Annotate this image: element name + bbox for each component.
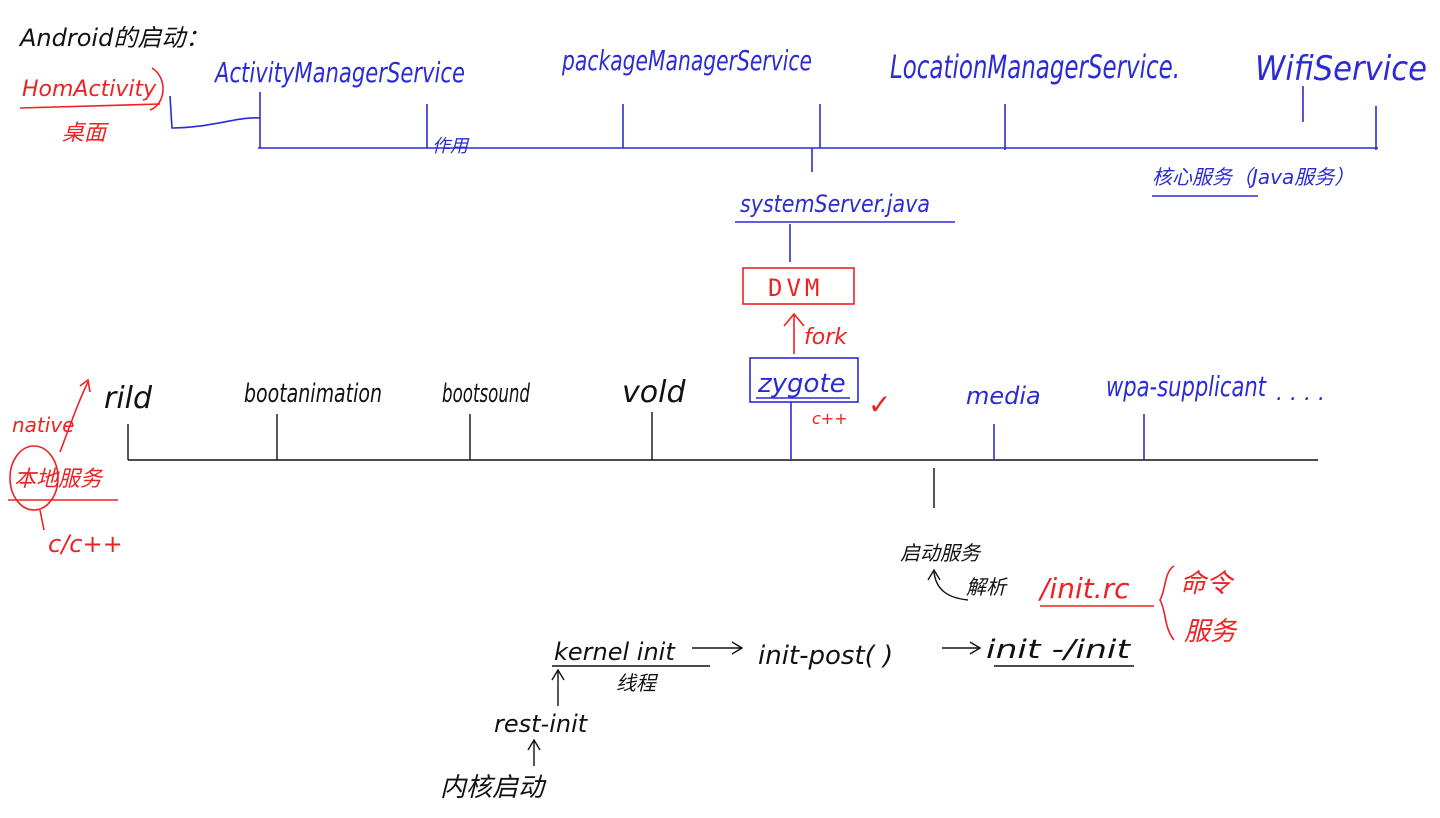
init-rc-label: /init.rc: [1037, 572, 1130, 605]
native-label: native: [12, 413, 74, 437]
native-service-label: wpa-supplicant: [1106, 370, 1267, 403]
java-service-label: WifiService: [1255, 49, 1427, 89]
native-service-label: bootanimation: [244, 379, 382, 409]
diagram-title: Android的启动：: [18, 24, 209, 52]
system-server-label: systemServer.java: [740, 190, 930, 218]
native-service-label: bootsound: [442, 379, 530, 409]
command-service-brace: [1159, 565, 1175, 641]
kernel-start-label: 内核启动: [440, 773, 547, 803]
java-service-label: LocationManagerService.: [890, 48, 1180, 86]
start-service-label: 启动服务: [900, 541, 982, 565]
home-activity-underline: [19, 103, 161, 109]
home-activity-label: HomActivity: [22, 77, 157, 102]
java-service-label: ActivityManagerService: [213, 56, 465, 89]
kernel-init-label: kernel init: [554, 638, 676, 666]
local-service-label: 本地服务: [14, 467, 104, 492]
init-label: init -/init: [986, 635, 1131, 665]
ellipsis: . . . .: [1276, 381, 1325, 406]
zygote-cpp-note: c++: [812, 409, 848, 428]
zygote-label: zygote: [757, 369, 846, 399]
rest-init-label: rest-init: [494, 710, 589, 738]
core-services-note: 核心服务（Java服务）: [1152, 165, 1354, 189]
diagram-canvas: Android的启动： HomActivity 桌面 ActivityManag…: [8, 24, 1427, 803]
cpp-pointer: [39, 509, 45, 531]
native-service-label: rild: [104, 381, 153, 416]
thread-note: 线程: [616, 671, 659, 695]
dvm-label: DVM: [768, 274, 823, 302]
service-label: 服务: [1184, 617, 1238, 647]
parse-curve: [933, 571, 969, 601]
parse-label: 解析: [966, 575, 1008, 599]
native-service-label: media: [966, 382, 1041, 410]
role-note: 作用: [432, 136, 470, 157]
home-activity-connector: [169, 95, 261, 129]
c-cpp-label: c/c++: [48, 530, 123, 558]
fork-label: fork: [804, 325, 848, 350]
command-label: 命令: [1180, 569, 1235, 599]
check-mark: ✓: [868, 388, 891, 421]
java-service-label: packageManagerService: [561, 44, 812, 77]
init-post-label: init-post( ): [758, 641, 893, 671]
desktop-label: 桌面: [62, 121, 110, 146]
native-service-label: vold: [622, 375, 686, 410]
